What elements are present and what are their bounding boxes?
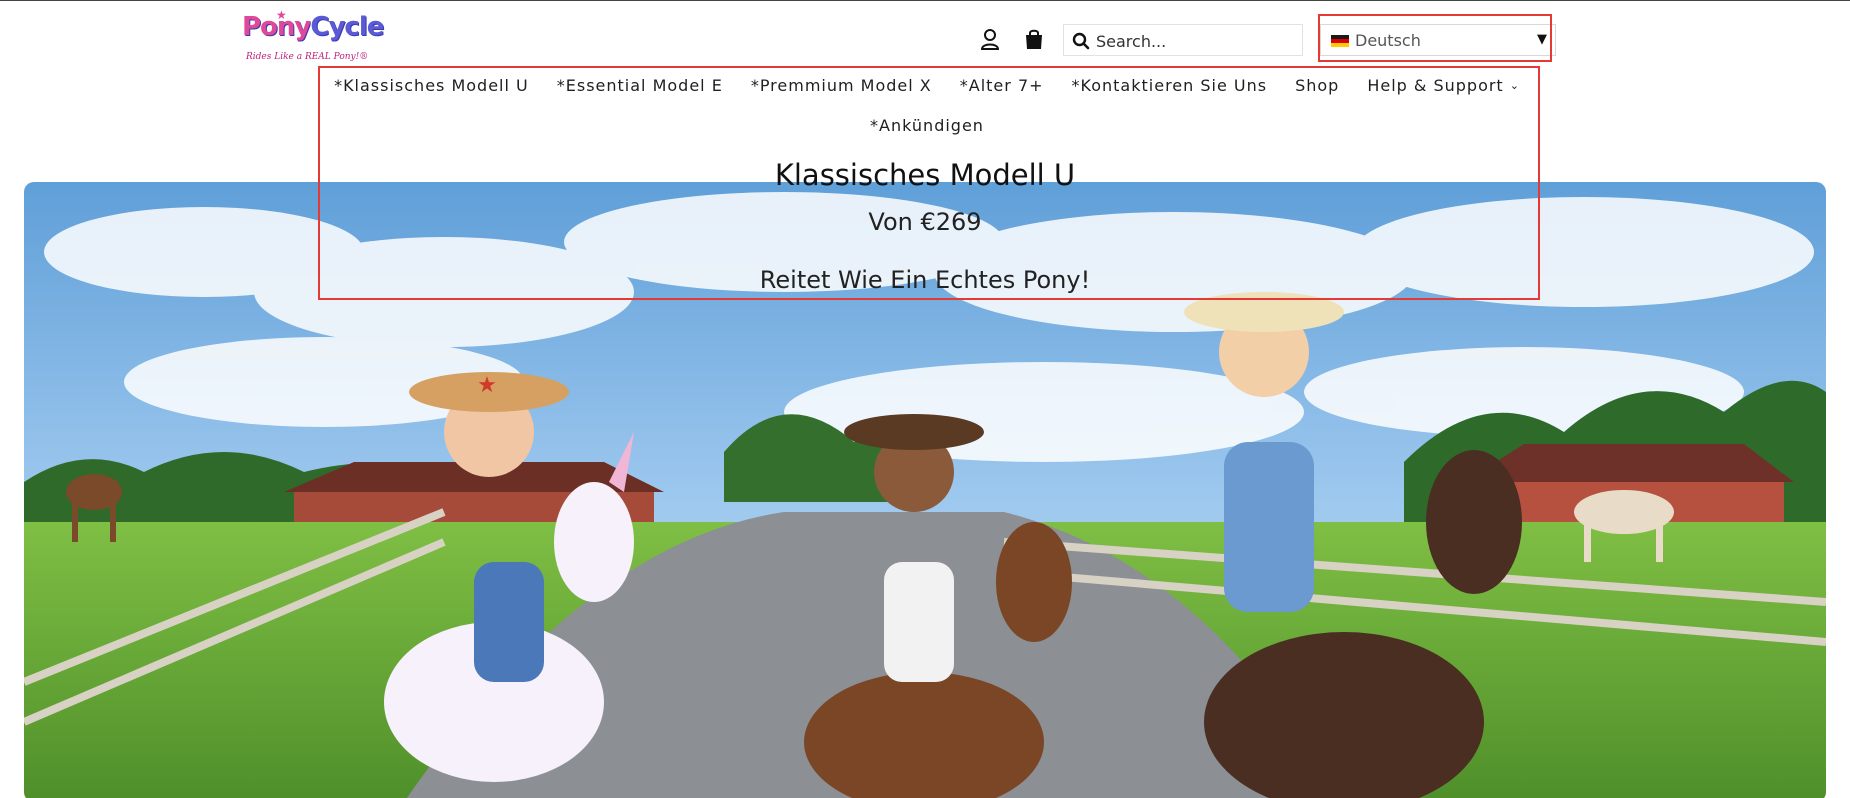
- nav-row-1: *Klassisches Modell U *Essential Model E…: [318, 76, 1536, 95]
- language-selected-value: Deutsch: [1355, 31, 1421, 50]
- nav-item-ankuendigen[interactable]: *Ankündigen: [856, 116, 998, 135]
- nav-item-essential-model-e[interactable]: *Essential Model E: [543, 76, 737, 95]
- logo-star-icon: ★: [276, 8, 287, 22]
- search-box[interactable]: [1063, 24, 1303, 56]
- nav-item-shop[interactable]: Shop: [1281, 76, 1353, 95]
- hero-price: Von €269: [868, 208, 982, 236]
- nav-item-klassisches-modell-u[interactable]: *Klassisches Modell U: [320, 76, 543, 95]
- nav-item-premmium-model-x[interactable]: *Premmium Model X: [737, 76, 946, 95]
- ponycycle-logo[interactable]: PonyCycle ★ Rides Like a REAL Pony!®: [242, 8, 384, 66]
- svg-text:★: ★: [477, 373, 497, 398]
- language-select[interactable]: Deutsch ▼: [1320, 24, 1556, 56]
- user-icon[interactable]: [980, 28, 1000, 50]
- logo-text-cycle: Cycle: [310, 12, 384, 42]
- nav-item-help-support-label: Help & Support: [1367, 76, 1504, 95]
- logo-wordmark: PonyCycle: [242, 12, 384, 42]
- top-border: [0, 0, 1850, 1]
- shopping-bag-icon[interactable]: [1024, 28, 1044, 50]
- logo-tagline: Rides Like a REAL Pony!®: [246, 52, 369, 62]
- nav-item-help-support[interactable]: Help & Support ⌄: [1353, 76, 1534, 95]
- nav-item-kontaktieren-sie-uns[interactable]: *Kontaktieren Sie Uns: [1058, 76, 1282, 95]
- german-flag-icon: [1331, 35, 1349, 47]
- nav-row-2: *Ankündigen: [318, 116, 1536, 135]
- search-icon[interactable]: [1072, 32, 1090, 50]
- chevron-down-icon: ⌄: [1509, 79, 1520, 92]
- search-input[interactable]: [1096, 29, 1296, 53]
- caret-down-icon: ▼: [1537, 32, 1547, 47]
- nav-item-alter-7plus[interactable]: *Alter 7+: [946, 76, 1058, 95]
- hero-tagline: Reitet Wie Ein Echtes Pony!: [759, 266, 1091, 294]
- hero-title: Klassisches Modell U: [774, 158, 1076, 192]
